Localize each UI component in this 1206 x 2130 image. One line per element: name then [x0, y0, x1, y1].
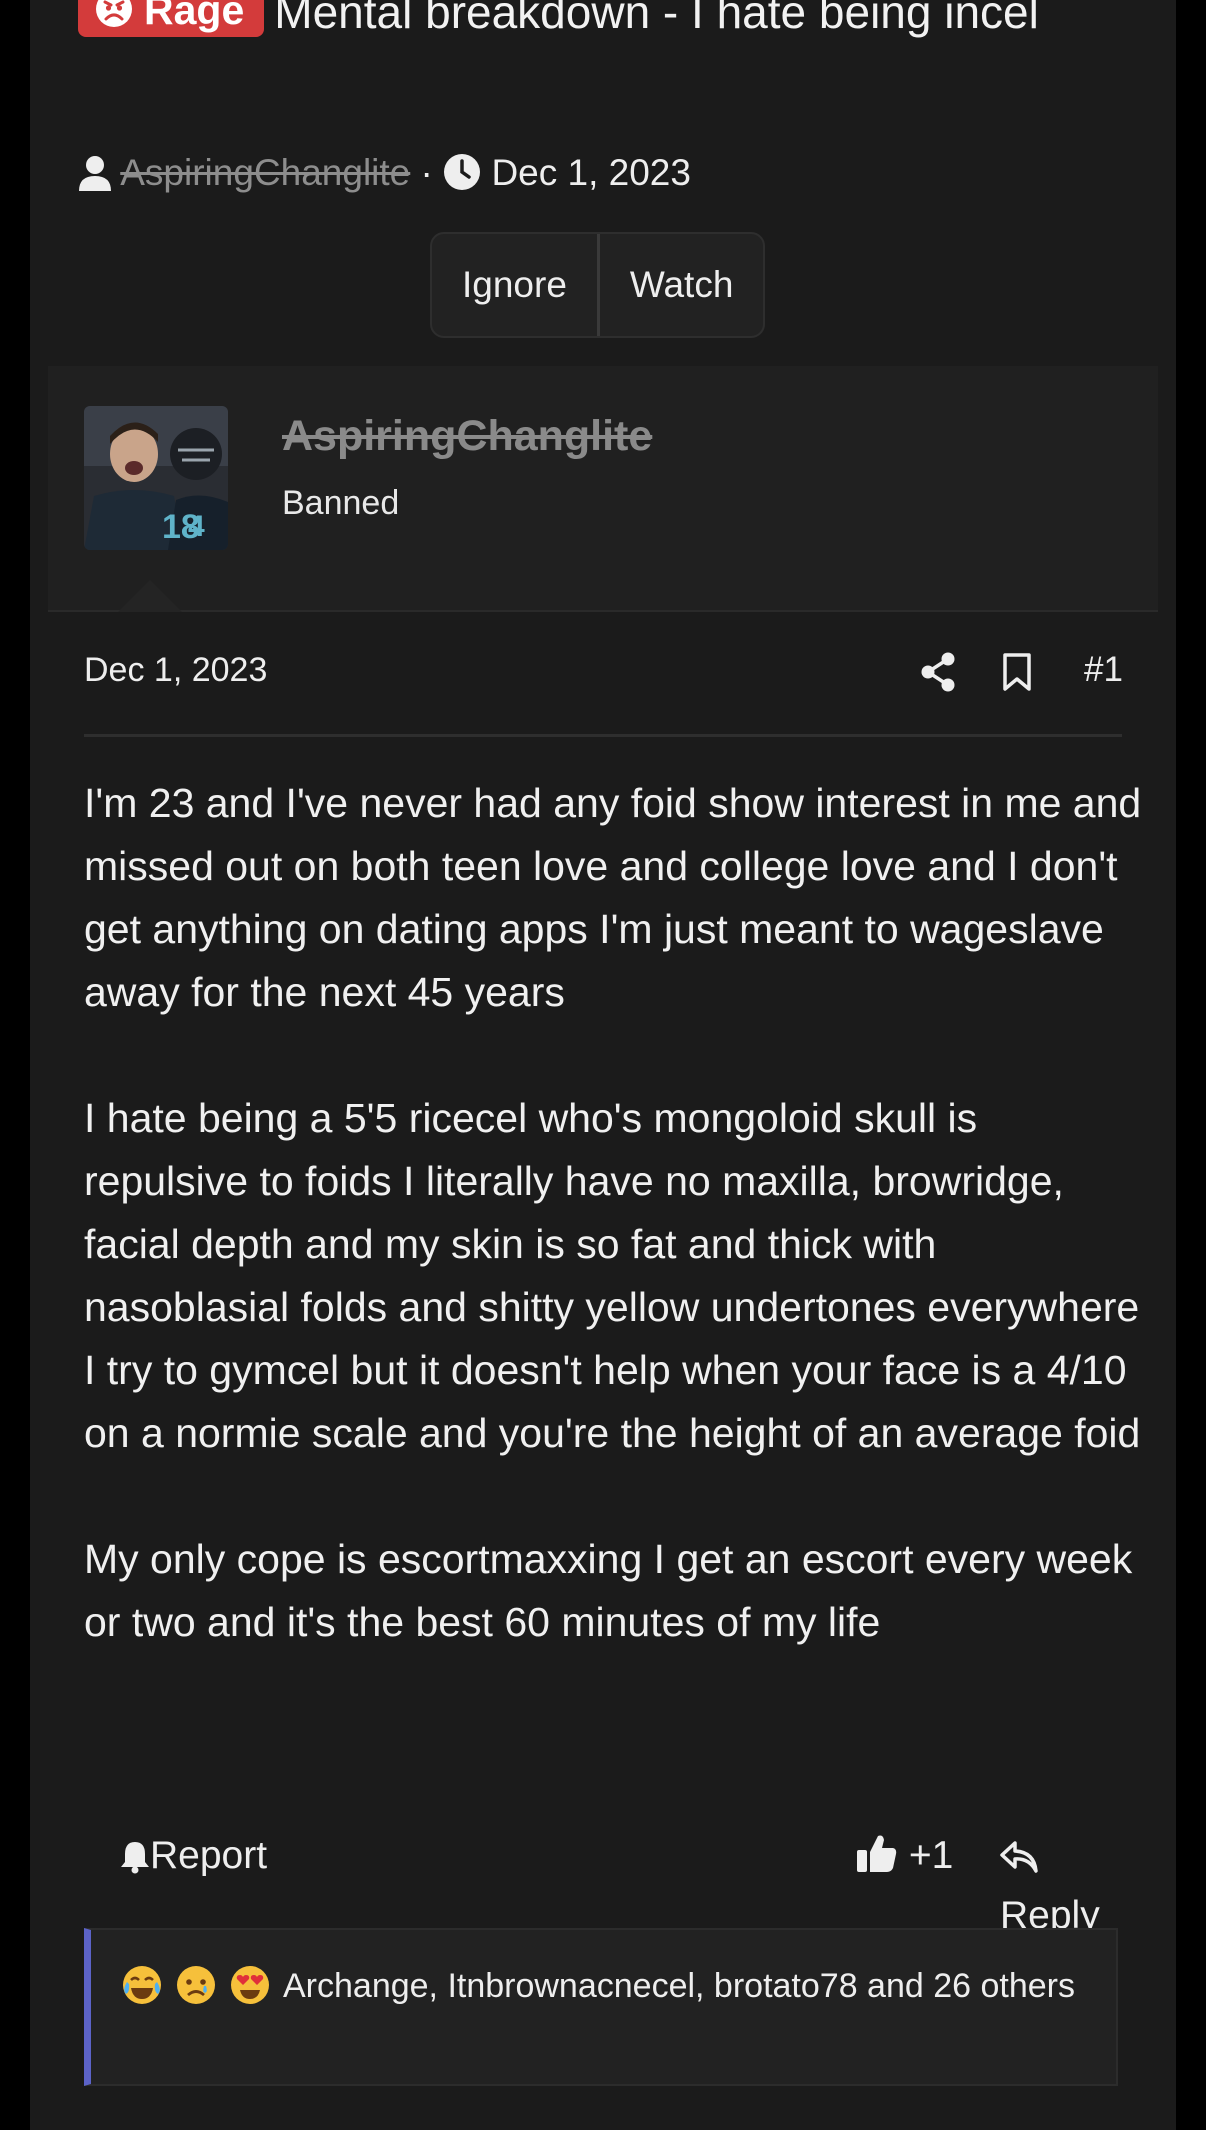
clock-icon [444, 154, 481, 190]
post-number-link[interactable]: #1 [1084, 648, 1123, 692]
thumbs-up-icon [857, 1835, 897, 1872]
thread-date[interactable]: Dec 1, 2023 [491, 152, 691, 193]
post-username[interactable]: AspiringChanglite [282, 412, 652, 461]
post-date[interactable]: Dec 1, 2023 [84, 648, 267, 692]
like-button[interactable]: +1 [856, 1826, 953, 1886]
user-icon [79, 156, 111, 191]
rage-prefix-badge[interactable]: Rage [78, 0, 265, 37]
thread-title-line: Rage Mental breakdown - I hate being ince… [78, 0, 1128, 44]
sad-emoji-icon [177, 1966, 215, 2004]
reactions-users[interactable]: Archange, Itnbrownacnecel, brotato78 and… [283, 1967, 1075, 2005]
svg-text:4: 4 [188, 510, 205, 543]
football-player-avatar-image: 18 4 [84, 406, 228, 550]
angry-face-icon [96, 0, 132, 27]
post-paragraph: I'm 23 and I've never had any foid show … [84, 780, 1142, 1015]
thread-author-link[interactable]: AspiringChanglite [120, 152, 410, 193]
thread-page: Rage Mental breakdown - I hate being ince… [30, 0, 1176, 2130]
bell-icon [121, 1842, 149, 1874]
avatar[interactable]: 18 4 [84, 406, 228, 550]
thread-button-group: Ignore Watch [430, 232, 766, 338]
report-button[interactable]: Report [120, 1826, 267, 1886]
post-body: I'm 23 and I've never had any foid show … [84, 772, 1144, 1654]
heart-eyes-emoji-icon [231, 1966, 269, 2004]
prefix-label: Rage [144, 0, 245, 33]
thread-header: Rage Mental breakdown - I hate being ince… [78, 0, 1128, 44]
thread-title: Mental breakdown - I hate being incel [274, 0, 1039, 38]
post-actions: Report +1 Reply [84, 1826, 1124, 1937]
like-count: +1 [908, 1834, 954, 1877]
ignore-button[interactable]: Ignore [432, 234, 597, 336]
user-title-banned: Banned [282, 484, 400, 522]
reactions-bar[interactable]: Archange, Itnbrownacnecel, brotato78 and… [84, 1928, 1118, 2086]
reactions-content: Archange, Itnbrownacnecel, brotato78 and… [121, 1962, 1081, 2010]
post-meta-bar: Dec 1, 2023 #1 [84, 648, 1123, 737]
crying-laughing-emoji-icon [123, 1966, 161, 2004]
reply-arrow-icon [1000, 1841, 1038, 1873]
watch-button[interactable]: Watch [596, 234, 763, 336]
user-block-arrow [118, 580, 182, 612]
post-user-block: 18 4 AspiringChanglite Banned [48, 366, 1158, 612]
report-label: Report [150, 1834, 268, 1877]
meta-separator: · [420, 152, 433, 193]
post-paragraph: My only cope is escortmaxxing I get an e… [84, 1536, 1133, 1645]
post-paragraph: I hate being a 5'5 ricecel who's mongolo… [84, 1095, 1141, 1456]
share-icon[interactable] [920, 652, 956, 692]
bookmark-icon[interactable] [1000, 652, 1034, 692]
thread-meta: AspiringChanglite · Dec 1, 2023 [78, 148, 691, 198]
